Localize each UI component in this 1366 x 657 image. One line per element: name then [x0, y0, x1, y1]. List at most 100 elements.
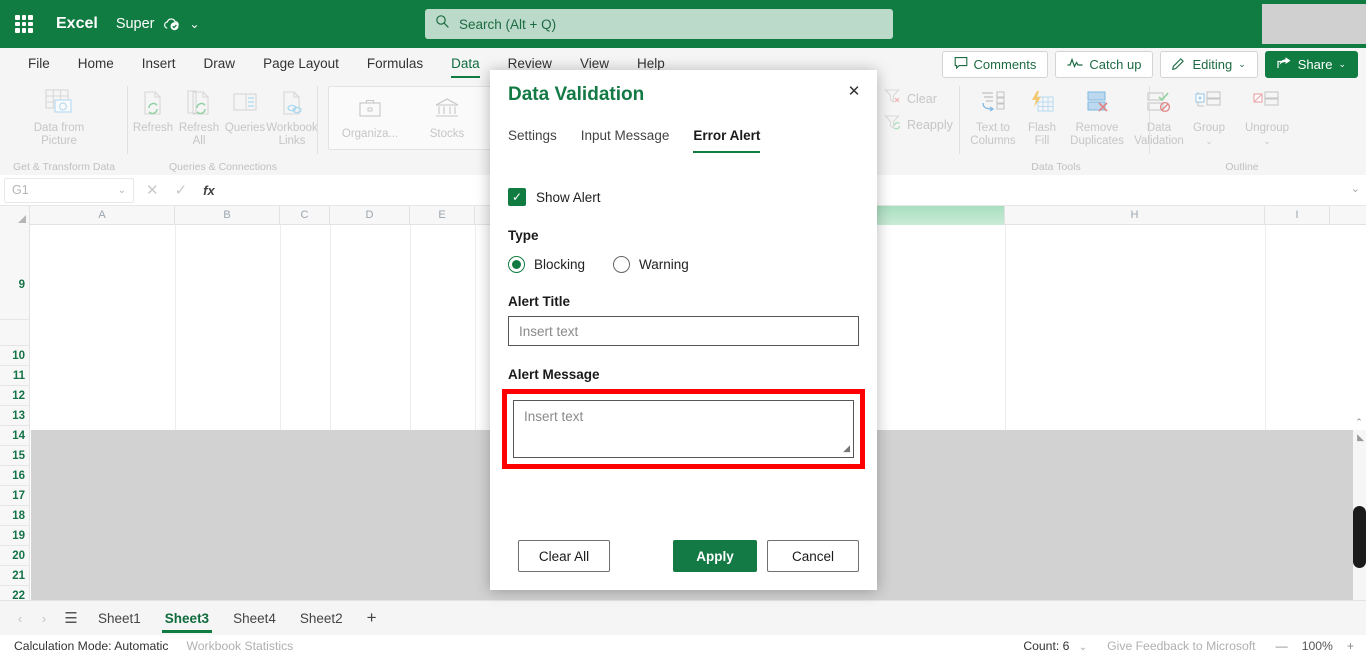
flash-fill-button[interactable]: Flash Fill — [1018, 84, 1066, 148]
row-header-13[interactable]: 13 — [0, 406, 30, 426]
catch-up-button[interactable]: Catch up — [1055, 51, 1154, 78]
radio-blocking[interactable]: Blocking — [508, 256, 585, 273]
cancel-button[interactable]: Cancel — [767, 540, 859, 572]
count-status[interactable]: Count: 6 ⌄ — [1023, 639, 1087, 653]
ribbon-tab-formulas[interactable]: Formulas — [353, 48, 437, 80]
group-button[interactable]: Group ⌄ — [1180, 84, 1238, 148]
row-header-14[interactable]: 14 — [0, 426, 30, 446]
dialog-tab-input-message[interactable]: Input Message — [569, 128, 682, 153]
row-header-21[interactable]: 21 — [0, 566, 30, 586]
text-to-columns-button[interactable]: Text to Columns — [962, 84, 1024, 148]
sheet-tab-sheet3[interactable]: Sheet3 — [153, 601, 221, 636]
column-header-i[interactable]: I — [1265, 206, 1330, 225]
confirm-formula-icon[interactable]: ✓ — [175, 181, 188, 199]
column-header-e[interactable]: E — [410, 206, 475, 225]
radio-blocking-indicator[interactable] — [508, 256, 525, 273]
stocks-button[interactable]: Stocks — [412, 90, 482, 141]
show-alert-checkbox[interactable]: ✓ — [508, 188, 526, 206]
organization-button[interactable]: Organiza... — [334, 90, 406, 141]
ribbon-tab-draw[interactable]: Draw — [190, 48, 250, 80]
name-box-chevron-down-icon[interactable]: ⌄ — [118, 185, 126, 196]
ungroup-chevron-down-icon[interactable]: ⌄ — [1236, 135, 1298, 148]
count-chevron-down-icon[interactable]: ⌄ — [1079, 642, 1087, 653]
flash-fill-icon — [1018, 84, 1066, 122]
sheet-prev-icon[interactable]: ‹ — [8, 611, 32, 626]
radio-warning[interactable]: Warning — [613, 256, 689, 273]
ribbon-tab-file[interactable]: File — [14, 48, 64, 80]
sheet-tab-sheet2[interactable]: Sheet2 — [288, 601, 355, 636]
row-header-19[interactable]: 19 — [0, 526, 30, 546]
document-name-label[interactable]: Super — [116, 16, 155, 32]
zoom-in-button[interactable]: + — [1347, 639, 1354, 653]
ribbon-tab-insert[interactable]: Insert — [128, 48, 190, 80]
editing-mode-button[interactable]: Editing ⌄ — [1160, 51, 1258, 78]
row-header-12[interactable]: 12 — [0, 386, 30, 406]
row-header-18[interactable]: 18 — [0, 506, 30, 526]
ungroup-button[interactable]: Ungroup ⌄ — [1236, 84, 1298, 148]
split-handle-top-icon[interactable]: ◣ — [1357, 432, 1364, 443]
clear-all-button[interactable]: Clear All — [518, 540, 610, 572]
text-to-columns-label-2: Columns — [970, 135, 1016, 147]
group-chevron-down-icon[interactable]: ⌄ — [1180, 135, 1238, 148]
column-header-h[interactable]: H — [1005, 206, 1265, 225]
apply-button[interactable]: Apply — [673, 540, 757, 572]
alert-title-input[interactable] — [508, 316, 859, 346]
search-box[interactable]: Search (Alt + Q) — [425, 9, 893, 39]
close-icon[interactable]: ✕ — [841, 78, 867, 104]
text-to-columns-label-1: Text to — [976, 122, 1010, 134]
data-from-picture-button[interactable]: Data from Picture — [28, 84, 90, 148]
app-name-label[interactable]: Excel — [56, 15, 98, 33]
refresh-button[interactable]: Refresh — [128, 84, 178, 135]
ribbon-group-label-outline: Outline — [1225, 161, 1259, 173]
radio-warning-indicator[interactable] — [613, 256, 631, 273]
formula-bar-expand-chevron-icon[interactable]: ⌄ — [1351, 182, 1360, 195]
reapply-filter-button[interactable]: Reapply — [884, 114, 953, 135]
alert-message-textarea[interactable] — [513, 400, 854, 458]
queries-button[interactable]: Queries — [220, 84, 270, 135]
scroll-up-icon[interactable]: ⌃ — [1353, 416, 1365, 428]
show-alert-row[interactable]: ✓ Show Alert — [508, 188, 859, 206]
row-header-20[interactable]: 20 — [0, 546, 30, 566]
all-sheets-menu-icon[interactable]: ☰ — [56, 609, 86, 627]
insert-function-icon[interactable]: fx — [203, 183, 215, 198]
zoom-level-label[interactable]: 100% — [1302, 639, 1333, 653]
row-header-16[interactable]: 16 — [0, 466, 30, 486]
zoom-out-button[interactable]: — — [1276, 639, 1288, 653]
add-sheet-button[interactable]: + — [355, 608, 389, 628]
workbook-links-button[interactable]: Workbook Links — [264, 84, 320, 148]
sheet-tab-sheet4[interactable]: Sheet4 — [221, 601, 288, 636]
row-header-11[interactable]: 11 — [0, 366, 30, 386]
dialog-tab-error-alert[interactable]: Error Alert — [681, 128, 772, 153]
dialog-tab-settings[interactable]: Settings — [508, 128, 569, 153]
row-header-9[interactable]: 9 — [0, 225, 30, 320]
sheet-tab-sheet1[interactable]: Sheet1 — [86, 601, 153, 636]
row-header-blank[interactable] — [0, 320, 30, 346]
calculation-mode-label[interactable]: Calculation Mode: Automatic — [14, 639, 168, 653]
vertical-scrollbar-thumb[interactable] — [1353, 506, 1366, 568]
share-button[interactable]: Share ⌄ — [1264, 51, 1358, 78]
sheet-next-icon[interactable]: › — [32, 611, 56, 626]
document-menu-chevron-down-icon[interactable]: ⌄ — [190, 17, 200, 31]
refresh-all-button[interactable]: Refresh All — [174, 84, 224, 148]
clear-filter-button[interactable]: Clear — [884, 88, 937, 109]
comment-bubble-icon — [954, 56, 968, 73]
remove-duplicates-button[interactable]: Remove Duplicates — [1062, 84, 1132, 148]
row-header-10[interactable]: 10 — [0, 346, 30, 366]
ribbon-tab-page-layout[interactable]: Page Layout — [249, 48, 353, 80]
activity-wave-icon — [1067, 57, 1083, 72]
name-box[interactable]: G1 ⌄ — [4, 177, 134, 203]
app-launcher-button[interactable] — [0, 0, 48, 48]
column-header-c[interactable]: C — [280, 206, 330, 225]
column-header-d[interactable]: D — [330, 206, 410, 225]
column-header-b[interactable]: B — [175, 206, 280, 225]
ribbon-tab-home[interactable]: Home — [64, 48, 128, 80]
row-header-17[interactable]: 17 — [0, 486, 30, 506]
comments-button[interactable]: Comments — [941, 51, 1049, 78]
feedback-link[interactable]: Give Feedback to Microsoft — [1107, 639, 1255, 653]
workbook-statistics-label[interactable]: Workbook Statistics — [186, 639, 293, 653]
column-header-a[interactable]: A — [30, 206, 175, 225]
select-all-corner[interactable] — [0, 206, 30, 225]
cancel-formula-icon[interactable]: ✕ — [146, 181, 159, 199]
row-header-15[interactable]: 15 — [0, 446, 30, 466]
ribbon-tab-data[interactable]: Data — [437, 48, 494, 80]
